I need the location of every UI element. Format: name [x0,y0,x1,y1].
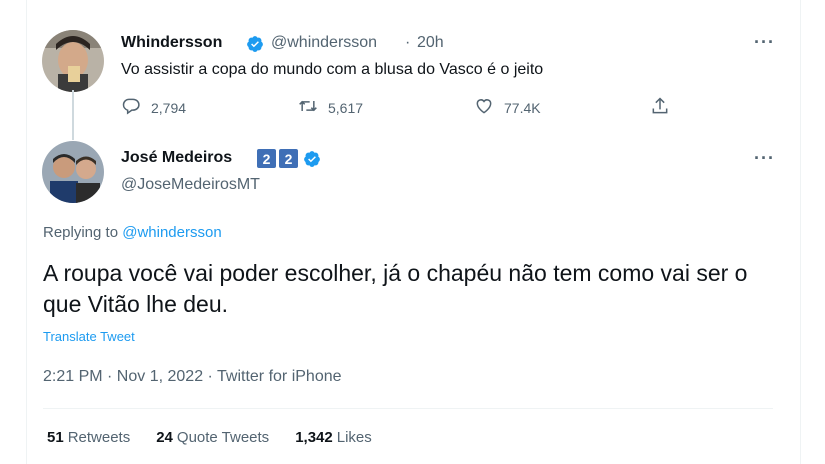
share-button[interactable] [650,96,670,119]
translate-tweet-link[interactable]: Translate Tweet [43,329,135,344]
separator-dot: · [405,34,411,51]
reply-tweet-text: A roupa você vai poder escolher, já o ch… [43,260,748,317]
more-options-icon[interactable]: ··· [754,32,775,53]
likes-label: Likes [336,429,372,446]
reply-icon [121,96,141,119]
reply-author-name[interactable]: José Medeiros [121,149,232,167]
tweet-text: Vo assistir a copa do mundo com a blusa … [121,61,544,78]
author-name[interactable]: Whindersson [121,34,222,52]
share-icon [650,96,670,119]
quotes-count: 24 [156,429,173,446]
tweet-timestamp-source[interactable]: 2:21 PM · Nov 1, 2022 · Twitter for iPho… [43,368,342,386]
retweets-label: Retweets [67,429,131,446]
tweet-stats: 51 Retweets 24 Quote Tweets 1,342 Likes [47,429,372,446]
replying-to: Replying to @whindersson [43,224,222,241]
retweet-count: 5,617 [328,99,364,116]
retweet-button[interactable]: 5,617 [298,96,363,119]
thread-connector [72,90,74,140]
like-count: 77.4K [504,99,541,116]
likes-count: 1,342 [295,429,333,446]
reply-button[interactable]: 2,794 [121,96,186,119]
replying-to-label: Replying to [43,224,119,241]
retweets-stat[interactable]: 51 Retweets [47,429,130,446]
reply-count: 2,794 [151,99,187,116]
reply-author-handle[interactable]: @JoseMedeirosMT [121,176,260,194]
quote-tweets-stat[interactable]: 24 Quote Tweets [156,429,269,446]
tweet-time[interactable]: 20h [417,34,444,52]
like-button[interactable]: 77.4K [474,96,541,119]
more-options-icon[interactable]: ··· [754,148,775,169]
retweets-count: 51 [47,429,64,446]
quotes-label: Quote Tweets [176,429,270,446]
verified-icon [303,150,321,168]
flag-badge-1: 2 [257,149,276,168]
author-handle[interactable]: @whindersson [271,34,377,52]
divider [43,408,773,409]
retweet-icon [298,96,318,119]
likes-stat[interactable]: 1,342 Likes [295,429,372,446]
replying-to-handle-link[interactable]: @whindersson [122,224,221,241]
whindersson-avatar[interactable] [42,30,104,92]
verified-icon [246,35,264,53]
flag-badge-2: 2 [279,149,298,168]
heart-icon [474,96,494,119]
jose-medeiros-avatar[interactable] [42,141,104,203]
